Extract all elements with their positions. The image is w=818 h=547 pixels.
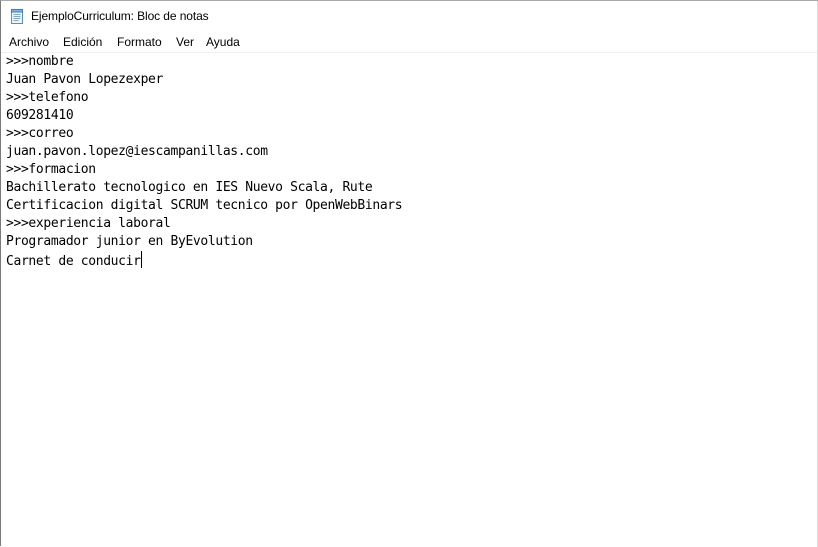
editor-line: >>>experiencia laboral (6, 216, 171, 231)
editor-line: Bachillerato tecnologico en IES Nuevo Sc… (6, 180, 373, 195)
editor-line: Programador junior en ByEvolution (6, 234, 253, 249)
editor-line: juan.pavon.lopez@iescampanillas.com (6, 144, 268, 159)
editor-line: Juan Pavon Lopezexper (6, 72, 164, 87)
menu-ver[interactable]: Ver (176, 35, 194, 49)
editor-line: Certificacion digital SCRUM tecnico por … (6, 198, 403, 213)
editor-line: >>>telefono (6, 90, 89, 105)
menu-archivo[interactable]: Archivo (9, 35, 49, 49)
text-caret (140, 251, 142, 268)
editor-line-text: Carnet de conducir (6, 254, 141, 269)
text-editor-area[interactable]: >>>nombre Juan Pavon Lopezexper >>>telef… (1, 53, 818, 547)
editor-line-last: Carnet de conducir (6, 251, 142, 271)
editor-line: 609281410 (6, 108, 74, 123)
notepad-window: EjemploCurriculum: Bloc de notas Archivo… (0, 0, 818, 547)
notepad-icon (11, 9, 24, 24)
menu-bar: Archivo Edición Formato Ver Ayuda (1, 32, 818, 53)
menu-edicion[interactable]: Edición (63, 35, 102, 49)
editor-line: >>>nombre (6, 54, 74, 69)
title-bar[interactable]: EjemploCurriculum: Bloc de notas (1, 1, 818, 32)
menu-formato[interactable]: Formato (117, 35, 162, 49)
editor-line: >>>formacion (6, 162, 96, 177)
menu-ayuda[interactable]: Ayuda (206, 35, 240, 49)
window-title: EjemploCurriculum: Bloc de notas (31, 9, 209, 23)
editor-line: >>>correo (6, 126, 74, 141)
